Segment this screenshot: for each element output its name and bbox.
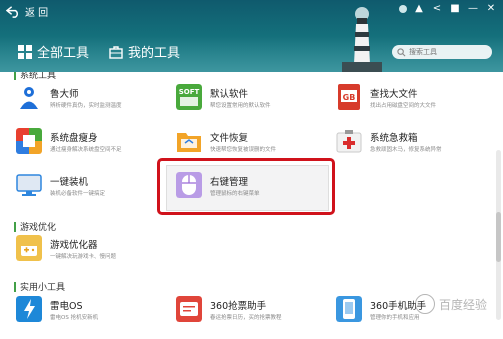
tool-name: 游戏优化器 bbox=[50, 240, 98, 251]
tool-list: 系统工具 鲁大师 辨析硬件真伪，实时监测温度 SOFT 默认软件 帮您设置常用的… bbox=[0, 72, 503, 339]
watermark: 百度经验 bbox=[414, 294, 487, 314]
phone-icon bbox=[336, 296, 362, 322]
tool-name: 系统急救箱 bbox=[370, 133, 418, 144]
section-label: 游戏优化 bbox=[20, 223, 57, 233]
lighthouse-illustration bbox=[342, 7, 382, 72]
tab-bar: 全部工具 我的工具 bbox=[18, 42, 180, 61]
tool-name: 查找大文件 bbox=[370, 89, 418, 100]
watermark-text: 百度经验 bbox=[438, 297, 487, 312]
tool-name: 360抢票助手 bbox=[210, 301, 267, 312]
section-label: 实用小工具 bbox=[20, 283, 66, 293]
section-title-system-tools: 系统工具 bbox=[14, 72, 56, 81]
tab-all-tools-label: 全部工具 bbox=[37, 46, 90, 61]
header: 返 回 ▲ < ■ — ✕ 全部工具 我的工具 搜索工具 bbox=[0, 0, 503, 72]
tool-desc: 通过瘦身解决系统盘空间不足 bbox=[50, 147, 122, 153]
tool-find-large-files[interactable]: GB 查找大文件 找出占用磁盘空间的大文件 bbox=[336, 84, 486, 118]
close-icon[interactable]: ✕ bbox=[485, 3, 497, 15]
search-box[interactable] bbox=[392, 45, 492, 59]
ticket-icon bbox=[176, 296, 202, 322]
tool-desc: 一键解决玩游戏卡、慢问题 bbox=[50, 254, 117, 260]
briefcase-icon bbox=[109, 45, 123, 59]
tool-system-first-aid[interactable]: 系统急救箱 急救顽固木马，修复系统异常 bbox=[336, 128, 486, 162]
tool-ticket-helper[interactable]: 360抢票助手 春运抢票日历，买的抢票教程 bbox=[176, 296, 326, 330]
tool-desc: 快速帮您恢复被误删的文件 bbox=[210, 147, 277, 153]
tool-game-optimizer[interactable]: 游戏优化器 一键解决玩游戏卡、慢问题 bbox=[16, 235, 166, 269]
tool-name: 一键装机 bbox=[50, 177, 89, 188]
tab-my-tools-label: 我的工具 bbox=[128, 46, 181, 61]
gb-icon: GB bbox=[338, 84, 360, 110]
tool-desc: 管理你的手机和应用 bbox=[370, 315, 420, 321]
tool-desc: 雷电OS 抢机安新机 bbox=[50, 315, 99, 321]
tab-my-tools[interactable]: 我的工具 bbox=[109, 42, 180, 61]
tool-desc: 急救顽固木马，修复系统异常 bbox=[370, 147, 442, 153]
game-icon bbox=[16, 235, 42, 261]
svg-text:SOFT: SOFT bbox=[179, 88, 200, 96]
tool-desc: 春运抢票日历，买的抢票教程 bbox=[210, 315, 282, 321]
search-input[interactable] bbox=[409, 48, 487, 56]
back-button[interactable]: 返 回 bbox=[6, 4, 48, 19]
window-controls: ▲ < ■ — ✕ bbox=[399, 3, 497, 15]
minimize-icon[interactable]: — bbox=[467, 3, 479, 15]
tab-all-tools[interactable]: 全部工具 bbox=[18, 42, 89, 61]
tool-default-software[interactable]: SOFT 默认软件 帮您设置常用的默认软件 bbox=[176, 84, 326, 118]
skin-dot-icon[interactable] bbox=[399, 5, 407, 13]
tool-one-click-install[interactable]: 一键装机 装机必备软件一键搞定 bbox=[16, 172, 166, 206]
section-label: 系统工具 bbox=[20, 72, 57, 81]
tool-name: 文件恢复 bbox=[210, 133, 249, 144]
ludashi-icon bbox=[16, 84, 42, 110]
folder-icon bbox=[177, 133, 201, 152]
section-bar bbox=[14, 281, 16, 292]
tool-name: 系统盘瘦身 bbox=[50, 133, 98, 144]
tool-desc: 找出占用磁盘空间的大文件 bbox=[370, 103, 437, 109]
tool-desc: 帮您设置常用的默认软件 bbox=[210, 103, 271, 109]
tool-name: 默认软件 bbox=[210, 89, 249, 100]
tool-ludashi[interactable]: 鲁大师 辨析硬件真伪，实时监测温度 bbox=[16, 84, 166, 118]
section-title-utilities: 实用小工具 bbox=[14, 280, 65, 293]
tool-leidian-os[interactable]: 雷电OS 雷电OS 抢机安新机 bbox=[16, 296, 166, 330]
grid-icon bbox=[18, 44, 32, 59]
scrollbar[interactable] bbox=[496, 150, 501, 320]
svg-text:GB: GB bbox=[343, 93, 356, 102]
section-bar bbox=[14, 221, 16, 232]
highlight-annotation-box bbox=[157, 158, 335, 215]
tool-desc: 辨析硬件真伪，实时监测温度 bbox=[50, 103, 122, 109]
lightning-icon bbox=[16, 296, 42, 322]
tool-desc: 装机必备软件一键搞定 bbox=[50, 191, 106, 197]
section-title-game-optimize: 游戏优化 bbox=[14, 220, 56, 233]
tool-name: 鲁大师 bbox=[50, 89, 79, 100]
tool-system-disk-slim[interactable]: 系统盘瘦身 通过瘦身解决系统盘空间不足 bbox=[16, 128, 166, 162]
tool-name: 雷电OS bbox=[50, 301, 83, 312]
scrollbar-thumb[interactable] bbox=[496, 212, 501, 262]
back-label: 返 回 bbox=[25, 8, 49, 19]
menu-icon[interactable]: ■ bbox=[449, 3, 461, 15]
monitor-icon bbox=[16, 174, 42, 196]
back-arrow-icon bbox=[6, 6, 18, 18]
share-icon[interactable]: < bbox=[431, 3, 443, 15]
search-icon bbox=[397, 47, 406, 56]
up-icon[interactable]: ▲ bbox=[413, 3, 425, 15]
app-window: 返 回 ▲ < ■ — ✕ 全部工具 我的工具 搜索工具 系统工具 鲁大师 辨析… bbox=[0, 0, 503, 339]
tool-file-recovery[interactable]: 文件恢复 快速帮您恢复被误删的文件 bbox=[176, 128, 326, 162]
firstaid-icon bbox=[336, 130, 362, 153]
soft-icon: SOFT bbox=[176, 84, 202, 110]
disk-slim-icon bbox=[16, 128, 42, 154]
section-bar bbox=[14, 72, 16, 80]
watermark-logo-icon bbox=[414, 294, 435, 314]
